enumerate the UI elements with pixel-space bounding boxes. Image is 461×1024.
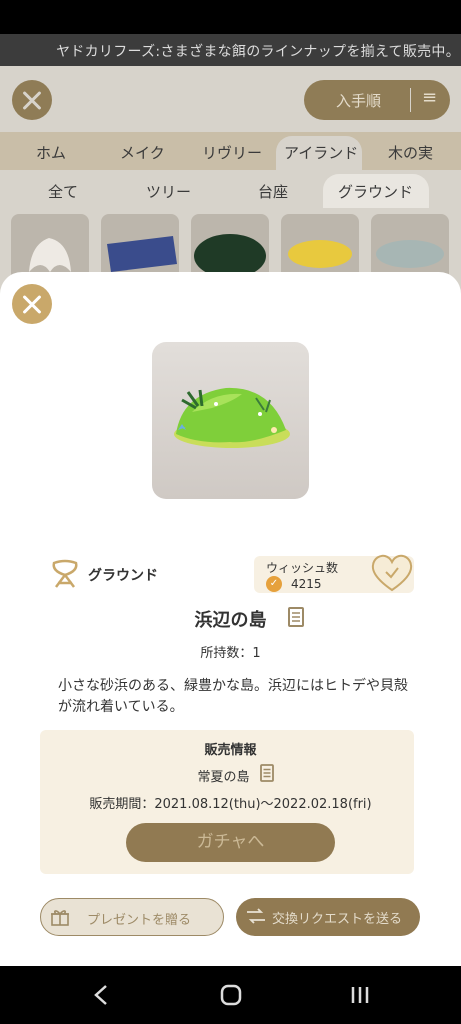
gacha-name: 常夏の島	[197, 770, 250, 785]
tab-home: ホム	[36, 144, 67, 162]
wish-count: 4215	[291, 577, 322, 591]
item-description: 小さな砂浜のある、緑豊かな島。浜辺にはヒトデや貝殻が流れ着いている。	[58, 678, 408, 715]
close-button[interactable]	[12, 284, 52, 324]
home-icon[interactable]	[220, 984, 242, 1006]
recent-apps-icon[interactable]	[349, 984, 371, 1006]
ticker-text: ヤドカリフーズ:さまざまな餌のラインナップを揃えて販売中。	[56, 44, 461, 60]
sort-button: 入手順 ≡	[304, 80, 450, 120]
wish-label: ウィッシュ数	[266, 561, 339, 575]
send-present-label: プレゼントを贈る	[87, 913, 192, 928]
tab-island: アイランド	[284, 144, 359, 162]
owned-count: 所持数：1	[200, 646, 261, 661]
sort-label: 入手順	[336, 92, 382, 110]
item-name: 浜辺の島	[194, 610, 267, 631]
island-illustration	[174, 387, 290, 448]
status-bar	[0, 0, 461, 34]
news-ticker: ヤドカリフーズ:さまざまな餌のラインナップを揃えて販売中。	[0, 34, 461, 66]
send-present-button[interactable]: プレゼントを贈る	[40, 898, 224, 936]
item-category: グラウンド	[88, 568, 158, 584]
subtab-all: 全て	[48, 183, 79, 201]
subtab-tree: ツリー	[146, 183, 192, 201]
item-image	[152, 342, 309, 499]
back-icon[interactable]	[92, 984, 110, 1006]
subtab-ground: グラウンド	[338, 183, 414, 201]
navigation-bar	[0, 966, 461, 1024]
background-close-icon	[12, 80, 52, 120]
gacha-note-icon[interactable]	[260, 764, 274, 782]
trade-request-button[interactable]: 交換リクエストを送る	[236, 898, 420, 936]
gift-icon	[51, 910, 69, 926]
go-to-gacha-button[interactable]: ガチャへ	[126, 823, 335, 862]
sale-info-title: 販売情報	[204, 743, 257, 758]
trade-request-label: 交換リクエストを送る	[272, 912, 403, 927]
ground-category-icon	[52, 559, 78, 588]
exchange-icon	[247, 908, 265, 924]
heart-badge-icon: ✓	[266, 576, 282, 592]
wish-heart-button[interactable]	[370, 553, 414, 593]
tab-nuts: 木の実	[388, 144, 434, 162]
sort-icon: ≡	[422, 87, 438, 108]
subtab-pedestal: 台座	[258, 183, 289, 201]
note-icon[interactable]	[288, 607, 304, 627]
tab-make: メイク	[120, 144, 165, 162]
tab-livly: リヴリー	[202, 144, 263, 162]
sale-period: 販売期間：2021.08.12(thu)〜2022.02.18(fri)	[89, 797, 372, 812]
